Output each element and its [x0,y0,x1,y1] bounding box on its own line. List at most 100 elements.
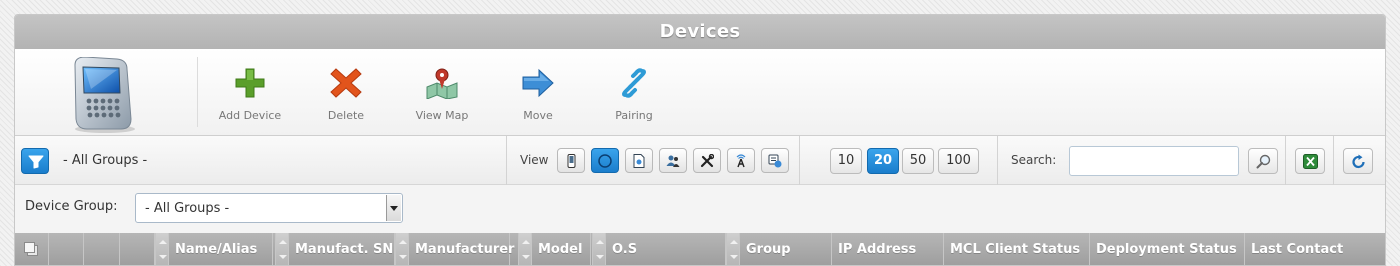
view-circle-button[interactable] [591,148,619,173]
sort-model-control[interactable] [518,233,532,265]
view-map-label: View Map [415,109,469,122]
plus-icon [205,67,295,103]
view-label: View [520,153,549,167]
column-group[interactable]: Group [740,233,832,265]
column-last-contact[interactable]: Last Contact [1245,233,1385,265]
column-deployment-status[interactable]: Deployment Status [1090,233,1245,265]
column-mcl-client-status[interactable]: MCL Client Status [944,233,1090,265]
toolbar-separator [197,57,198,127]
filter-button[interactable] [21,148,49,174]
device-group-bar: Device Group: - All Groups - [15,186,1385,232]
view-tools-button[interactable] [693,148,721,173]
current-group-label: - All Groups - [63,153,148,168]
table-header: Name/Alias Manufact. SN Manufacturer Mod… [15,233,1385,265]
column-model[interactable]: Model [532,233,591,265]
divider [997,136,998,185]
export-excel-button[interactable] [1295,148,1325,174]
sort-desc-icon [596,255,604,259]
header-blank-column [49,233,84,265]
select-all-column[interactable] [15,233,49,265]
view-devices-list-button[interactable] [761,148,789,173]
phone-icon [567,154,576,168]
delete-button[interactable]: Delete [301,67,391,122]
dropdown-arrow[interactable] [386,195,401,221]
circle-icon [598,154,612,168]
sort-asc-icon [159,240,167,244]
divider [506,136,507,185]
column-label: Group [746,242,791,257]
add-device-button[interactable]: Add Device [205,67,295,122]
sort-asc-icon [596,240,604,244]
column-os[interactable]: O.S [606,233,726,265]
arrow-right-icon [493,67,583,103]
device-group-selected-value: - All Groups - [145,201,230,216]
sort-desc-icon [159,255,167,259]
sort-manufacturer-control[interactable] [395,233,409,265]
sort-manufact-sn-control[interactable] [275,233,289,265]
sort-os-control[interactable] [592,233,606,265]
page-size-10-button[interactable]: 10 [830,148,862,174]
smartphone-icon [65,56,145,137]
column-label: Model [538,242,583,257]
view-users-button[interactable] [659,148,687,173]
filter-icon [28,155,44,169]
move-button[interactable]: Move [493,67,583,122]
sort-asc-icon [522,240,530,244]
pairing-label: Pairing [615,109,653,122]
search-input[interactable] [1069,146,1239,176]
divider [799,136,800,185]
column-name-alias[interactable]: Name/Alias [169,233,273,265]
column-manufact-sn[interactable]: Manufact. SN [289,233,395,265]
search-button[interactable] [1248,148,1278,174]
devices-panel: Devices Add Device Delete View Map Move … [14,14,1386,266]
devices-list-icon [768,154,782,168]
filter-bar: - All Groups - View 10 20 50 100 Search: [15,136,1385,185]
column-manufacturer[interactable]: Manufacturer [409,233,514,265]
toolbar: Add Device Delete View Map Move Pairing [15,49,1385,136]
header-blank-column [84,233,120,265]
view-antenna-button[interactable] [727,148,755,173]
delete-x-icon [301,67,391,103]
sort-name-alias-control[interactable] [155,233,169,265]
column-label: Manufact. SN [295,242,394,257]
column-label: O.S [612,242,638,257]
divider [1333,136,1334,185]
page-size-100-button[interactable]: 100 [938,148,979,174]
column-label: Last Contact [1251,242,1344,257]
view-map-button[interactable]: View Map [397,67,487,122]
document-icon [633,154,645,168]
sort-desc-icon [730,255,738,259]
pairing-button[interactable]: Pairing [589,67,679,122]
refresh-icon [1352,154,1365,169]
search-label: Search: [1011,153,1057,167]
move-label: Move [523,109,553,122]
divider [1285,136,1286,185]
sort-desc-icon [279,255,287,259]
column-label: IP Address [838,242,917,257]
delete-label: Delete [327,109,365,122]
antenna-icon [736,154,746,168]
device-group-select[interactable]: - All Groups - [135,193,403,223]
page-size-50-button[interactable]: 50 [902,148,934,174]
sort-desc-icon [399,255,407,259]
excel-icon [1303,154,1318,169]
link-icon [589,67,679,103]
select-all-icon [24,242,38,256]
column-label: Deployment Status [1096,242,1237,257]
add-device-label: Add Device [218,109,282,122]
column-label: Manufacturer [415,242,515,257]
users-icon [666,155,680,167]
column-ip-address[interactable]: IP Address [832,233,944,265]
refresh-button[interactable] [1343,148,1373,174]
sort-asc-icon [279,240,287,244]
view-document-button[interactable] [625,148,653,173]
search-icon [1256,154,1271,169]
chevron-down-icon [390,206,398,211]
sort-group-control[interactable] [726,233,740,265]
column-label: MCL Client Status [950,242,1081,257]
page-size-20-button[interactable]: 20 [867,148,899,174]
view-phone-button[interactable] [557,148,585,173]
sort-asc-icon [399,240,407,244]
tools-icon [700,154,714,168]
column-label: Name/Alias [175,242,258,257]
